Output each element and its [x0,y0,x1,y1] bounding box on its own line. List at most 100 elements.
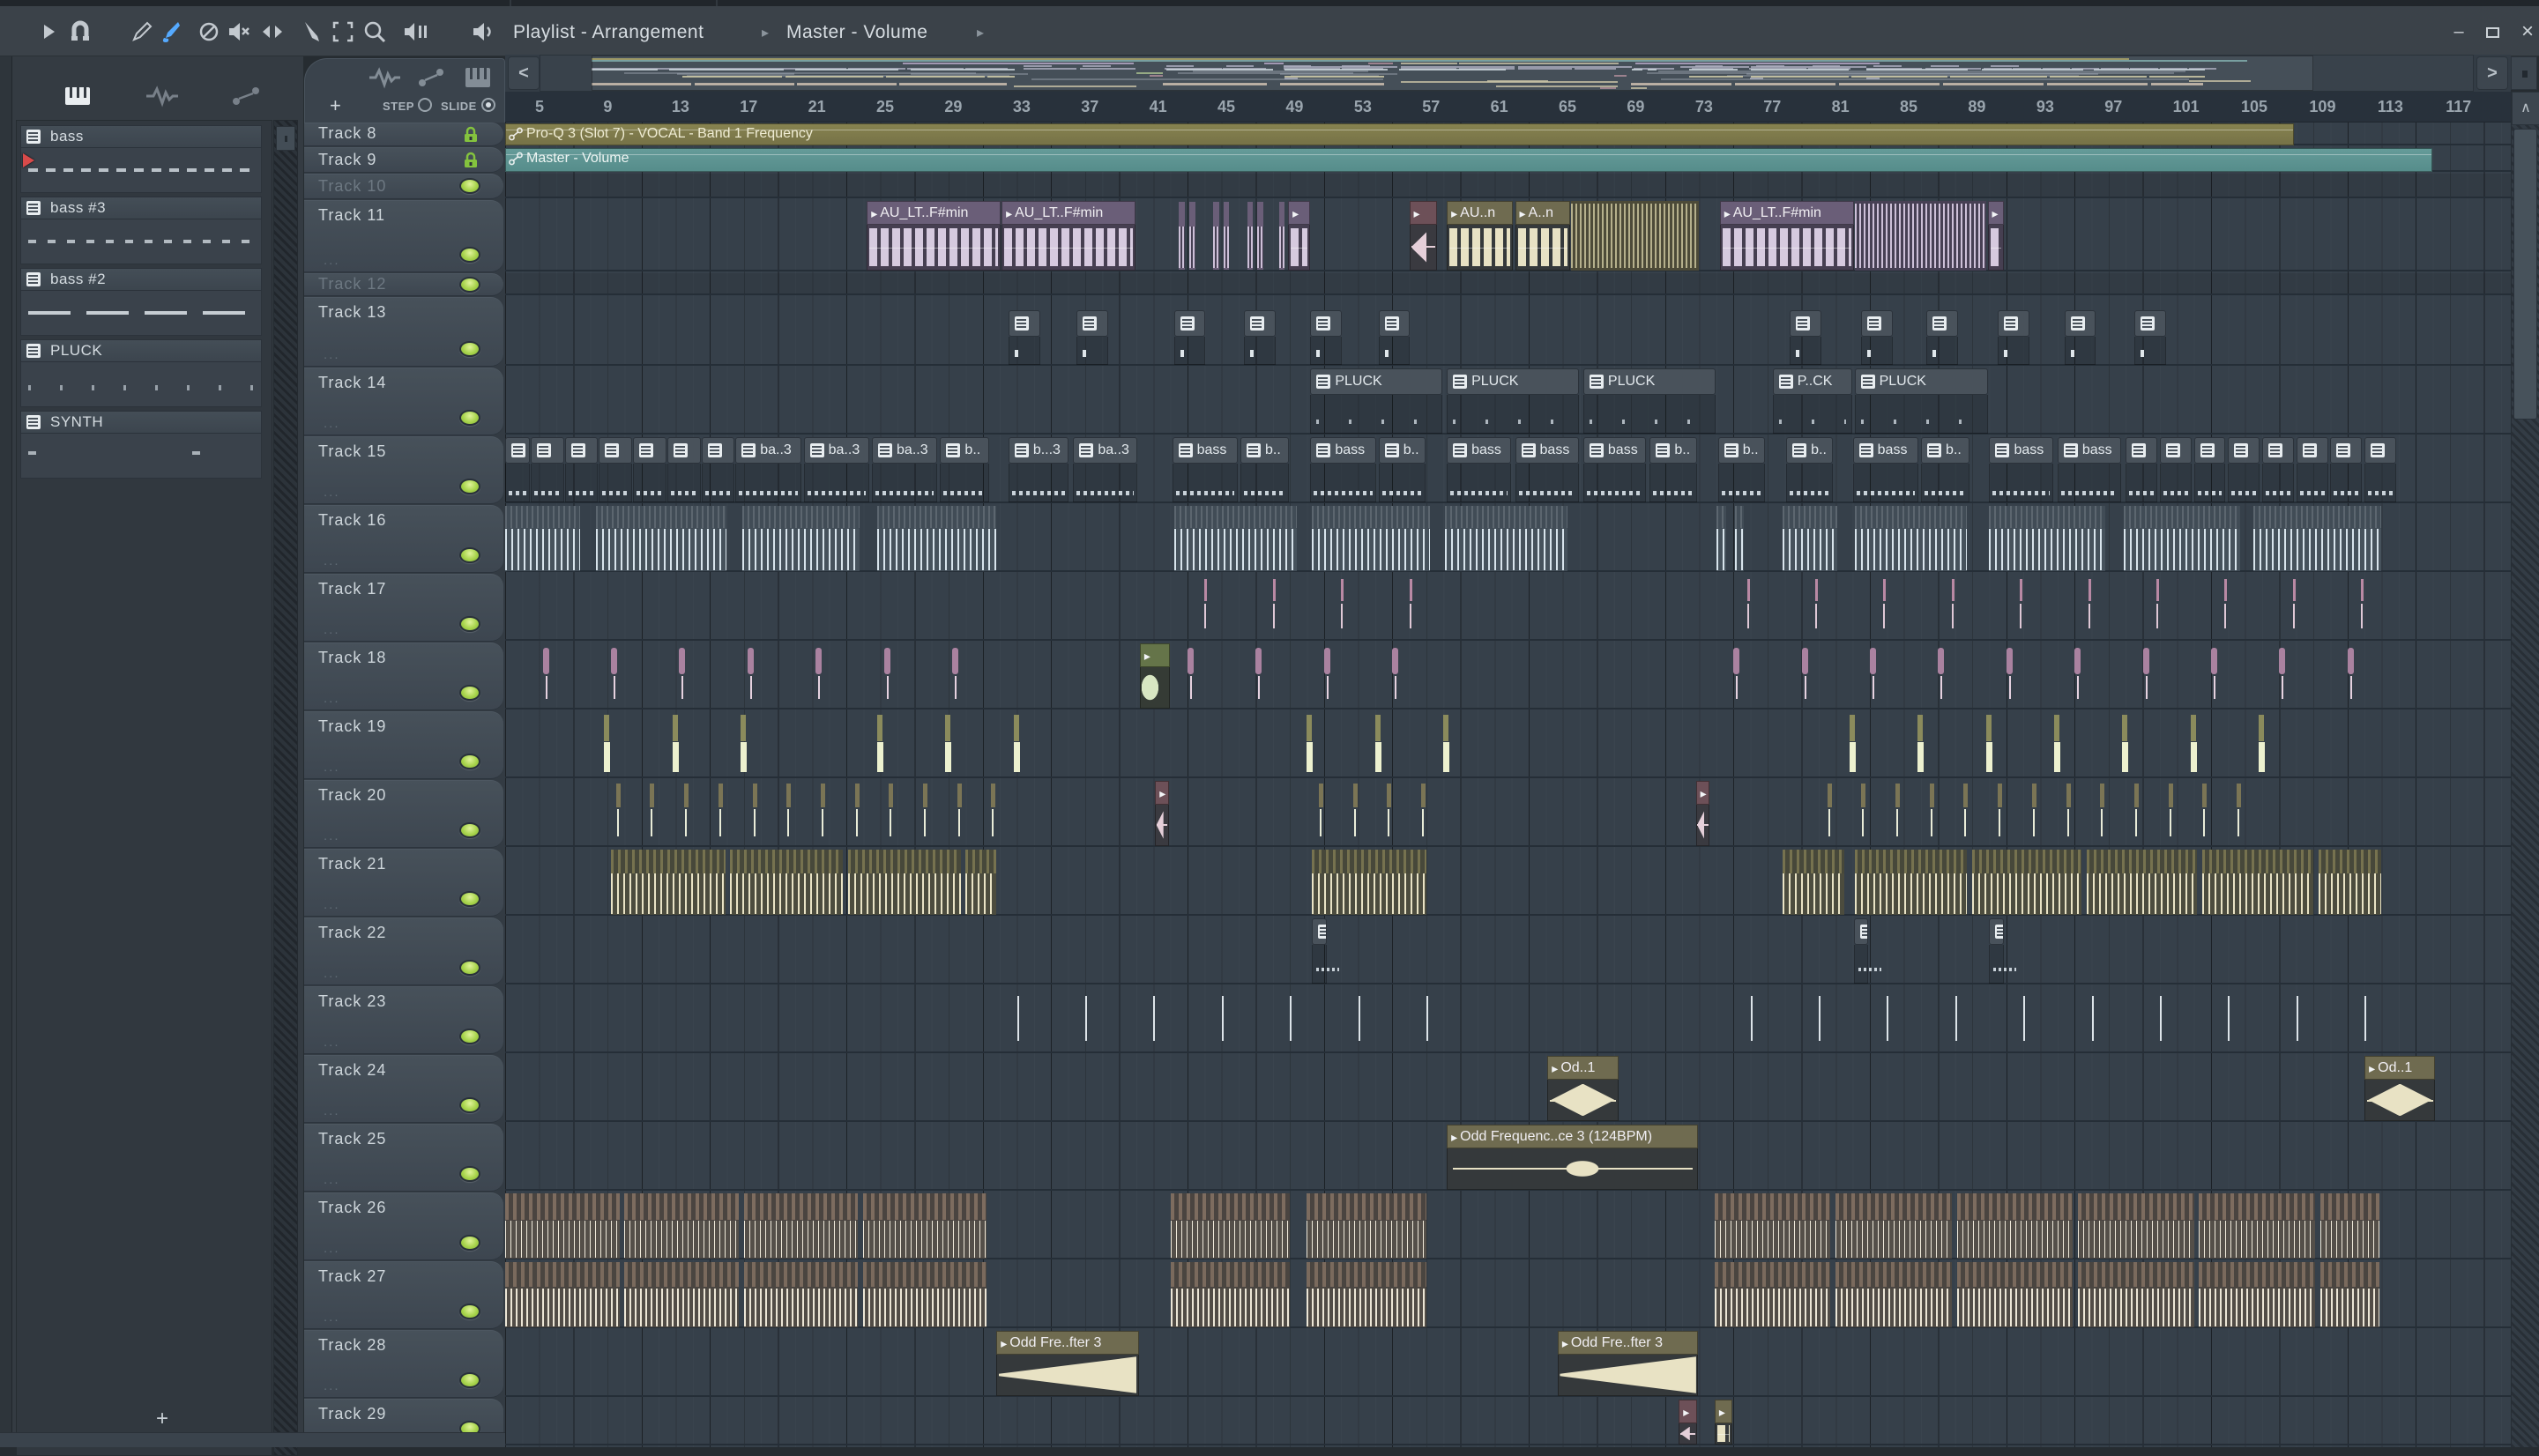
clip-texture[interactable] [505,1193,620,1259]
pattern-clip-body[interactable] [2364,464,2396,502]
pattern-tick[interactable] [1272,577,1277,637]
pattern-clip-body[interactable] [872,464,938,502]
pattern-tick[interactable] [610,646,618,706]
clip-texture[interactable] [876,506,997,571]
pattern-tick[interactable] [1084,990,1088,1050]
audio-clip-header[interactable]: ▸ [1155,781,1169,805]
add-pattern-button[interactable]: + [145,1407,180,1430]
clip-texture[interactable] [505,1262,620,1327]
audio-clip[interactable]: ▸ AU_LT..F#min [1001,201,1135,271]
pattern-tick[interactable] [1221,990,1225,1050]
pattern-item[interactable]: bass #2 [20,268,262,336]
clip-texture[interactable] [1714,1262,1831,1327]
pattern-tick[interactable] [1290,990,1292,1050]
pattern-clip[interactable] [2159,437,2192,464]
track-led[interactable] [459,1029,480,1044]
clip-texture[interactable] [2078,1262,2194,1327]
pattern-clip[interactable] [531,437,564,464]
pattern-tick[interactable] [2237,784,2242,843]
pattern-tick[interactable] [945,715,952,775]
clip-texture[interactable] [1854,850,1968,915]
track-header-track-11[interactable]: Track 11... [304,200,503,272]
scroll-left-button[interactable]: < [508,56,540,90]
track-header-track-17[interactable]: Track 17... [304,574,503,642]
pattern-item[interactable]: SYNTH [20,411,262,479]
pattern-tick[interactable] [2159,990,2163,1050]
pattern-tick[interactable] [1746,577,1751,637]
track-led[interactable] [459,276,480,293]
pattern-clip-body[interactable] [1989,945,2018,984]
grid-row-track-12[interactable] [505,273,2511,295]
track-header-track-22[interactable]: Track 22... [304,917,503,985]
pattern-preview[interactable] [20,434,262,479]
clip-texture[interactable] [2318,850,2382,915]
track-led[interactable] [459,479,480,494]
clip-texture[interactable] [1972,850,2081,915]
pattern-item-header[interactable]: bass #3 [20,197,262,219]
track-led[interactable] [459,247,480,263]
audio-slice[interactable] [1213,202,1219,270]
track-header-track-13[interactable]: Track 13... [304,297,503,367]
grid-row-track-28[interactable] [505,1330,2511,1397]
vertical-scrollbar-thumb[interactable] [2513,129,2537,420]
audio-clip-header[interactable]: ▸ [1714,1400,1733,1423]
pattern-tick[interactable] [1951,577,1955,637]
pattern-tick[interactable] [1815,577,1819,637]
audio-clip[interactable]: ▸ A..n [1515,201,1571,271]
track-header-track-23[interactable]: Track 23... [304,986,503,1054]
audio-clip[interactable]: ▸ [1987,201,2004,271]
grid-row-track-23[interactable] [505,986,2511,1053]
pattern-clip-body[interactable] [1649,464,1697,502]
pattern-clip[interactable]: bass [1447,437,1511,464]
pattern-tick[interactable] [1929,784,1935,843]
pattern-clip[interactable] [701,437,735,464]
audio-clip-header[interactable]: ▸ A..n [1515,201,1571,225]
audio-clip-header[interactable]: ▸ Odd Fre..fter 3 [1557,1331,1699,1355]
lock-icon[interactable] [461,151,480,170]
grid-row-track-17[interactable] [505,574,2511,641]
pattern-clip[interactable]: PLUCK [1310,368,1443,395]
audio-clip-header[interactable]: ▸ AU..n [1447,201,1513,225]
pattern-tick[interactable] [2279,646,2286,706]
pattern-tick[interactable] [1013,715,1021,775]
pattern-clip-body[interactable] [505,464,531,502]
pattern-clip-body[interactable] [1172,464,1239,502]
audio-clip[interactable]: ▸ [1714,1400,1733,1445]
pattern-item-header[interactable]: bass [20,125,262,148]
pattern-tick[interactable] [1352,784,1359,843]
pattern-clip[interactable] [2133,310,2166,337]
pattern-clip[interactable]: bass [1582,437,1646,464]
audio-clip[interactable]: ▸ [1695,781,1710,847]
pattern-clip[interactable] [1790,310,1821,337]
pattern-tick[interactable] [1870,646,1877,706]
playlist-grid[interactable]: Pro-Q 3 (Slot 7) - VOCAL - Band 1 Freque… [505,123,2511,1447]
pattern-tick[interactable] [1392,646,1399,706]
pattern-clip-body[interactable] [1852,464,1919,502]
pattern-tick[interactable] [2190,715,2198,775]
audio-clip[interactable]: ▸ [1679,1400,1697,1445]
pattern-item-header[interactable]: PLUCK [20,339,262,362]
audio-clip-header[interactable]: ▸ Odd Frequenc..ce 3 (124BPM) [1447,1125,1699,1148]
pattern-clip-body[interactable] [1786,464,1834,502]
pattern-clip[interactable] [2126,437,2157,464]
clip-texture[interactable] [505,506,581,571]
pattern-clip-body[interactable] [1378,337,1411,365]
track-header-track-24[interactable]: Track 24... [304,1055,503,1123]
zoom-select-icon[interactable] [330,19,356,45]
pattern-clip-body[interactable] [1447,395,1580,434]
pattern-tick[interactable] [2133,784,2140,843]
audio-slice[interactable] [1278,202,1285,270]
clip-texture[interactable] [741,506,860,571]
pattern-clip[interactable] [1925,310,1958,337]
snap-magnet-icon[interactable] [67,19,93,45]
track-led[interactable] [459,410,480,426]
pattern-clip[interactable] [1173,310,1206,337]
automation-view-icon[interactable] [414,66,450,89]
pattern-clip[interactable]: ba..3 [1073,437,1137,464]
pattern-clip-body[interactable] [1582,464,1646,502]
pattern-clip-body[interactable] [1008,464,1069,502]
pattern-clip-body[interactable] [1989,464,2053,502]
pattern-clip-body[interactable] [666,464,701,502]
audio-clip-header[interactable]: ▸ Od..1 [1547,1056,1619,1080]
track-header-track-20[interactable]: Track 20... [304,780,503,848]
